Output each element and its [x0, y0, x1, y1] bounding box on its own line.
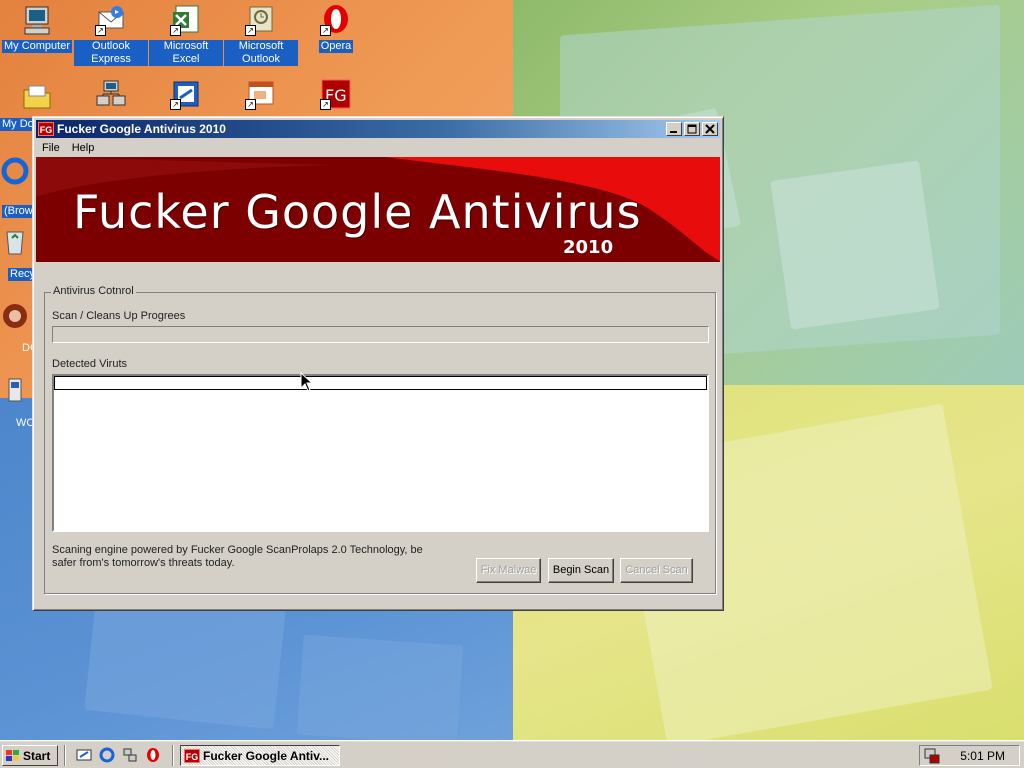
taskbar: Start FG Fucker Google Antiv... 5:01 PM — [0, 740, 1024, 768]
clock[interactable]: 5:01 PM — [960, 749, 1005, 763]
opera-quicklaunch-icon[interactable] — [145, 747, 161, 763]
desktop-icon-my-computer[interactable]: My Computer — [0, 4, 74, 53]
scan-progress-bar — [52, 326, 709, 343]
opera-icon: ↗ — [320, 4, 352, 36]
show-desktop-icon[interactable] — [76, 747, 92, 763]
folder-icon — [21, 80, 53, 112]
group-label: Antivirus Cotnrol — [51, 285, 136, 297]
task-label: Fucker Google Antiv... — [203, 748, 330, 763]
menubar: File Help — [36, 138, 720, 157]
outlook-icon: ↗ — [245, 4, 277, 36]
window-title: Fucker Google Antivirus 2010 — [57, 122, 226, 136]
antivirus-window[interactable]: FG Fucker Google Antivirus 2010 File Hel… — [32, 116, 724, 611]
minimize-icon — [670, 131, 677, 133]
dc-app-icon — [0, 300, 31, 332]
menu-help[interactable]: Help — [70, 142, 101, 154]
desktop-icon-fg-antivirus[interactable]: FG ↗ — [299, 78, 373, 110]
desktop-icon-app-blue[interactable]: ↗ — [149, 78, 223, 110]
computer-icon — [21, 4, 53, 36]
outlook-express-icon: ↗ — [95, 4, 127, 36]
start-button[interactable]: Start — [2, 745, 58, 766]
close-icon — [705, 124, 715, 134]
banner-title: Fucker Google Antivirus — [73, 185, 642, 239]
app-icon: ↗ — [170, 78, 202, 110]
begin-scan-button[interactable]: Begin Scan — [548, 558, 614, 583]
fg-task-icon: FG — [184, 748, 200, 763]
system-tray: 5:01 PM — [919, 745, 1020, 766]
desktop-icon-outlook-express[interactable]: ↗ Outlook Express — [74, 4, 148, 66]
tray-app-icon[interactable] — [924, 748, 940, 764]
desktop-icon-powerpoint[interactable]: ↗ — [224, 78, 298, 110]
engine-info-text: Scaning engine powered by Fucker Google … — [52, 544, 423, 569]
network-quicklaunch-icon[interactable] — [122, 747, 138, 763]
fix-malware-button[interactable]: Fix Malwae — [476, 558, 541, 583]
fg-antivirus-icon: FG ↗ — [320, 78, 352, 110]
progress-label: Scan / Cleans Up Progrees — [52, 310, 186, 322]
detected-viruses-list[interactable] — [52, 374, 709, 532]
desktop-icon-microsoft-excel[interactable]: ↗ Microsoft Excel — [149, 4, 223, 66]
fg-app-icon: FG — [38, 122, 54, 136]
taskbar-window-button[interactable]: FG Fucker Google Antiv... — [180, 745, 340, 766]
desktop-icon-opera[interactable]: ↗ Opera — [299, 4, 373, 53]
desktop-icon-microsoft-outlook[interactable]: ↗ Microsoft Outlook — [224, 4, 298, 66]
cancel-scan-button[interactable]: Cancel Scan — [620, 558, 693, 583]
mouse-cursor-icon — [300, 371, 314, 395]
windows-logo-icon — [6, 749, 20, 762]
recycle-bin-icon — [0, 226, 31, 258]
menu-file[interactable]: File — [40, 142, 66, 154]
internet-explorer-quicklaunch-icon[interactable] — [99, 747, 115, 763]
desktop-icon-network[interactable] — [74, 78, 148, 110]
list-focus-row[interactable] — [54, 376, 707, 390]
antivirus-control-group: Antivirus Cotnrol Scan / Cleans Up Progr… — [44, 285, 716, 594]
network-icon — [95, 78, 127, 110]
desktop-icon-my-documents[interactable]: My Do — [0, 80, 74, 131]
window-titlebar[interactable]: FG Fucker Google Antivirus 2010 — [36, 120, 720, 138]
wc-app-icon — [0, 375, 31, 407]
maximize-button[interactable] — [684, 122, 700, 136]
excel-icon: ↗ — [170, 4, 202, 36]
close-button[interactable] — [702, 122, 718, 136]
detected-label: Detected Viruts — [52, 358, 128, 370]
internet-explorer-icon — [0, 155, 31, 187]
maximize-icon — [687, 124, 697, 134]
minimize-button[interactable] — [666, 122, 682, 136]
presentation-icon: ↗ — [245, 78, 277, 110]
product-banner: Fucker Google Antivirus 2010 — [36, 157, 720, 262]
banner-year: 2010 — [563, 237, 614, 258]
start-label: Start — [23, 748, 51, 763]
